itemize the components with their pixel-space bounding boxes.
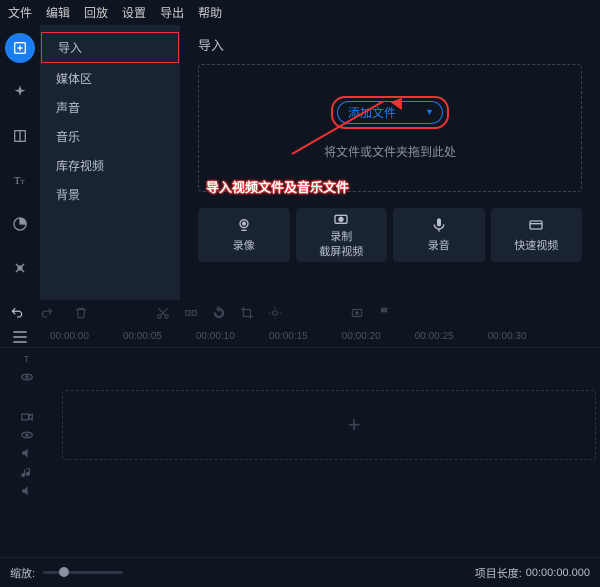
- crop-tool-icon[interactable]: [240, 306, 254, 320]
- tool-rail: TT: [0, 25, 40, 300]
- dropzone[interactable]: 添加文件 ▾ 将文件或文件夹拖到此处: [198, 64, 582, 192]
- project-length-value: 00:00:00.000: [526, 567, 590, 579]
- tool-tools-icon[interactable]: [5, 253, 35, 283]
- tool-crop-icon[interactable]: [5, 121, 35, 151]
- webcam-icon: [236, 217, 252, 233]
- track-text[interactable]: T: [0, 348, 600, 388]
- zoom-label: 缩放:: [10, 565, 35, 581]
- timeline: 00:00:00 00:00:05 00:00:10 00:00:15 00:0…: [0, 326, 600, 502]
- capture-speed-label: 快速视频: [514, 237, 558, 253]
- cut-icon[interactable]: [156, 306, 170, 320]
- split-icon[interactable]: [184, 306, 198, 320]
- sidebar-item-media[interactable]: 媒体区: [40, 64, 180, 93]
- tool-magic-icon[interactable]: [5, 77, 35, 107]
- adjust-icon[interactable]: [268, 306, 282, 320]
- capture-screen-label: 录制: [330, 232, 352, 243]
- track-audio-label: [6, 466, 48, 498]
- sidebar-item-sound[interactable]: 声音: [40, 93, 180, 122]
- mic-icon: [431, 217, 447, 233]
- status-bar: 缩放: 项目长度: 00:00:00.000: [0, 557, 600, 587]
- speaker-icon[interactable]: [20, 446, 34, 460]
- rotate-icon[interactable]: [212, 306, 226, 320]
- track-options-icon[interactable]: [10, 327, 30, 347]
- menu-playback[interactable]: 回放: [84, 4, 108, 21]
- menubar: 文件 编辑 回放 设置 导出 帮助: [0, 0, 600, 25]
- sidebar: 导入 媒体区 声音 音乐 库存视频 背景: [40, 25, 180, 300]
- trash-icon[interactable]: [74, 306, 88, 320]
- capture-webcam[interactable]: 录像: [198, 208, 290, 262]
- track-audio[interactable]: [0, 462, 600, 502]
- menu-file[interactable]: 文件: [8, 4, 32, 21]
- speed-vid-icon: [528, 217, 544, 233]
- menu-help[interactable]: 帮助: [198, 4, 222, 21]
- project-length-label: 项目长度:: [475, 565, 522, 581]
- undo-icon[interactable]: [10, 306, 24, 320]
- zoom-slider[interactable]: [43, 571, 123, 574]
- capture-webcam-label: 录像: [233, 237, 255, 253]
- content-panel: 导入 添加文件 ▾ 将文件或文件夹拖到此处 导入视频文件及音乐文件 录像 录制 …: [180, 25, 600, 300]
- sidebar-item-import[interactable]: 导入: [41, 32, 179, 63]
- tool-import[interactable]: [5, 33, 35, 63]
- drop-message: 将文件或文件夹拖到此处: [324, 143, 456, 160]
- tool-text-icon[interactable]: TT: [5, 165, 35, 195]
- redo-icon[interactable]: [40, 306, 54, 320]
- capture-screen[interactable]: 录制 截屏视频: [296, 208, 388, 262]
- record-icon[interactable]: [350, 306, 364, 320]
- track-text-label: T: [6, 352, 48, 384]
- flag-icon[interactable]: [378, 306, 392, 320]
- menu-edit[interactable]: 编辑: [46, 4, 70, 21]
- eye-icon[interactable]: [20, 370, 34, 384]
- capture-audio[interactable]: 录音: [393, 208, 485, 262]
- capture-speed[interactable]: 快速视频: [491, 208, 583, 262]
- track-video[interactable]: +: [62, 390, 596, 460]
- svg-text:T: T: [24, 355, 30, 365]
- sidebar-item-stock[interactable]: 库存视频: [40, 151, 180, 180]
- sidebar-item-background[interactable]: 背景: [40, 180, 180, 209]
- chevron-down-icon: ▾: [427, 107, 432, 118]
- annotation-text: 导入视频文件及音乐文件: [206, 177, 349, 196]
- plus-icon: +: [348, 412, 361, 438]
- screen-rec-icon: [333, 212, 349, 228]
- content-title: 导入: [198, 35, 582, 54]
- menu-settings[interactable]: 设置: [122, 4, 146, 21]
- edit-toolbar: [0, 300, 600, 326]
- svg-text:T: T: [14, 176, 21, 187]
- capture-audio-label: 录音: [428, 237, 450, 253]
- speaker-icon[interactable]: [20, 484, 34, 498]
- time-ruler[interactable]: 00:00:00 00:00:05 00:00:10 00:00:15 00:0…: [0, 326, 600, 348]
- sidebar-item-music[interactable]: 音乐: [40, 122, 180, 151]
- eye-icon[interactable]: [20, 428, 34, 442]
- track-video-label: [6, 410, 48, 460]
- capture-screen-label2: 截屏视频: [319, 247, 363, 258]
- svg-text:T: T: [21, 179, 25, 186]
- tool-sticker-icon[interactable]: [5, 209, 35, 239]
- menu-export[interactable]: 导出: [160, 4, 184, 21]
